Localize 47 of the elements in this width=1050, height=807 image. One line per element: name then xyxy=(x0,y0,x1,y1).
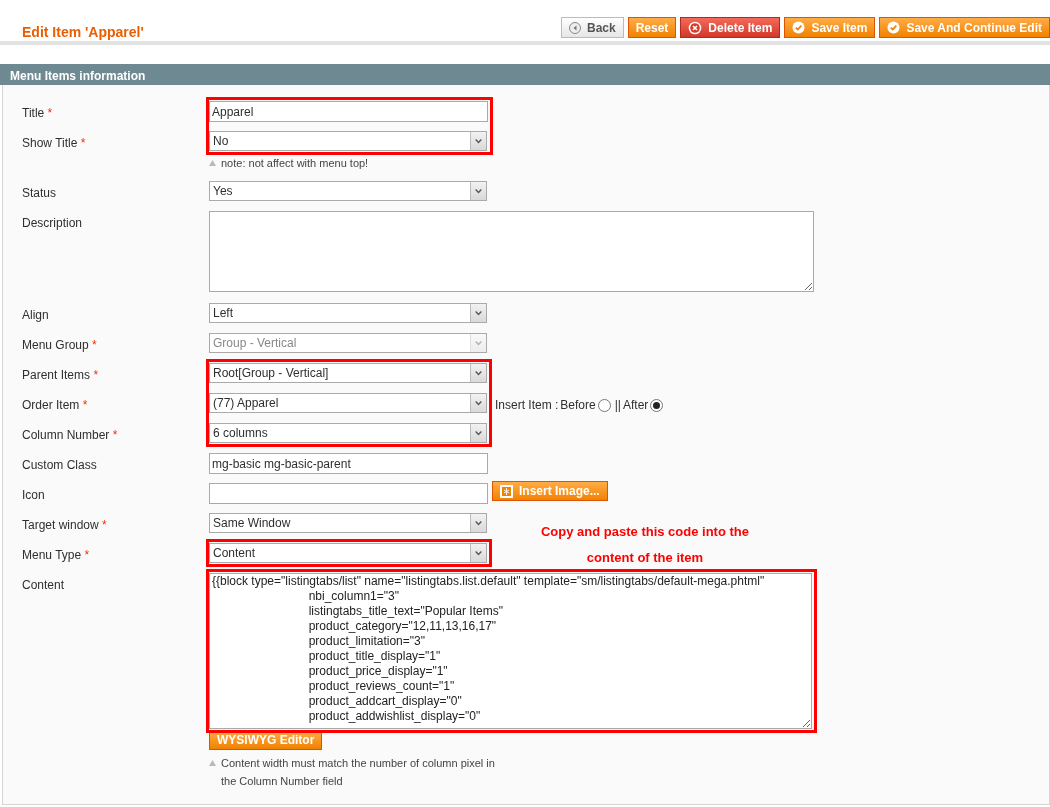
back-button[interactable]: Back xyxy=(561,17,624,38)
field-label: Target window * xyxy=(21,517,108,534)
field-note: note: not affect with menu top! xyxy=(221,156,369,171)
text-input[interactable]: Apparel xyxy=(209,101,488,122)
field-label: Order Item * xyxy=(21,397,89,414)
radio-label: After xyxy=(622,397,649,414)
triangle-icon xyxy=(209,160,216,166)
select-field[interactable]: Root[Group - Vertical] xyxy=(209,363,487,383)
select-field[interactable]: (77) Apparel xyxy=(209,393,487,413)
select-field[interactable]: 6 columns xyxy=(209,423,487,443)
field-label: Menu Group * xyxy=(21,337,98,354)
radio-button[interactable] xyxy=(650,398,664,412)
separator-text: || xyxy=(614,397,621,414)
triangle-icon xyxy=(209,760,216,766)
delete-button[interactable]: Delete Item xyxy=(680,17,781,38)
select-field: Group - Vertical xyxy=(209,333,487,353)
field-label: Menu Type * xyxy=(21,547,91,564)
select-field[interactable]: Same Window xyxy=(209,513,487,533)
select-field[interactable]: Content xyxy=(209,543,487,563)
field-label: Icon xyxy=(21,487,46,504)
field-label: Description xyxy=(21,215,84,232)
insert-item-label: Insert Item : xyxy=(495,397,559,414)
field-note: Content width must match the number of column pixel in the Column Number field xyxy=(221,756,496,789)
field-label: Show Title * xyxy=(21,135,87,152)
field-label: Column Number * xyxy=(21,427,119,444)
annotation-text: Copy and paste this code into the content of the item xyxy=(540,523,750,567)
description-textarea[interactable] xyxy=(209,211,814,292)
check-icon xyxy=(792,21,806,34)
select-field[interactable]: Yes xyxy=(209,181,487,201)
radio-label: Before xyxy=(560,397,596,414)
text-input[interactable] xyxy=(209,483,488,504)
section-header: Menu Items information xyxy=(0,64,1050,85)
radio-button[interactable] xyxy=(597,398,611,412)
select-field[interactable]: No xyxy=(209,131,487,151)
text-input[interactable]: mg-basic mg-basic-parent xyxy=(209,453,488,474)
field-label: Title * xyxy=(21,105,54,122)
select-field[interactable]: Left xyxy=(209,303,487,323)
check-icon xyxy=(887,21,901,34)
page-title: Edit Item 'Apparel' xyxy=(22,23,144,42)
field-label: Status xyxy=(21,185,58,202)
field-label: Custom Class xyxy=(21,457,98,474)
image-icon xyxy=(500,484,513,498)
field-label: Parent Items * xyxy=(21,367,100,384)
field-label: Content xyxy=(21,577,66,594)
field-label: Align xyxy=(21,307,50,324)
close-icon xyxy=(688,20,703,35)
code-textarea[interactable]: {{block type="listingtabs/list" name="listingtabs.list.default" template="sm/listingtabs/default-mega.phtml" nbi_column1="3" listingtabs_title_text="Popular Items" product_category="12,11,13,16,17" product_limitation="3" product_title_display="1" product_price_display="1" product_reviews_count="1" product_addcart_display="0" product_addwishlist_display="0" xyxy=(209,573,812,729)
